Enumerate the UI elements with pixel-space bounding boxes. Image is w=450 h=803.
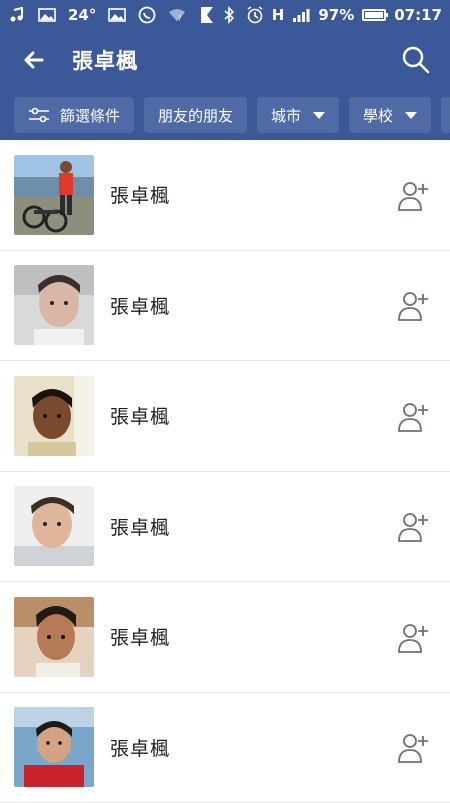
clock: 07:17 [394,6,442,24]
avatar[interactable] [14,265,94,345]
list-item[interactable]: 張卓楓 [0,251,450,362]
page-title: 張卓楓 [72,45,138,75]
filter-chip-label: 城市 [271,105,301,126]
add-friend-icon [397,399,431,433]
person-name[interactable]: 張卓楓 [110,402,170,429]
battery-icon [362,9,386,21]
filter-chip-3[interactable]: 學校 [349,97,431,133]
search-icon [401,45,431,75]
results-list: 張卓楓張卓楓張卓楓張卓楓張卓楓張卓楓 [0,140,450,803]
filter-chip-2[interactable]: 城市 [257,97,339,133]
arrow-left-icon [22,48,46,72]
list-item[interactable]: 張卓楓 [0,582,450,693]
add-friend-button[interactable] [392,725,436,769]
status-left: 24° ? [8,6,216,24]
avatar[interactable] [14,155,94,235]
temperature: 24° [68,6,96,24]
wifi-unknown-icon: ? [168,6,186,24]
alarm-icon [246,6,264,24]
person-name[interactable]: 張卓楓 [110,623,170,650]
filter-chip-label: 學校 [363,105,393,126]
bluetooth-icon [220,6,238,24]
flag-icon [198,6,216,24]
filter-chip-1[interactable]: 朋友的朋友 [144,97,247,133]
title-row: 張卓楓 [0,30,450,90]
list-item[interactable]: 張卓楓 [0,472,450,583]
avatar[interactable] [14,486,94,566]
add-friend-icon [397,288,431,322]
back-button[interactable] [16,42,52,78]
filter-chip-label: 篩選條件 [60,105,120,126]
add-friend-icon [397,730,431,764]
avatar[interactable] [14,376,94,456]
add-friend-button[interactable] [392,615,436,659]
list-item[interactable]: 張卓楓 [0,140,450,251]
person-name[interactable]: 張卓楓 [110,292,170,319]
battery-fill [365,12,382,18]
image-icon-2 [108,6,126,24]
status-right: H 97% 07:17 [220,6,442,24]
filter-chip-label: 朋友的朋友 [158,105,233,126]
caret-down-icon [405,112,417,119]
battery-percent: 97% [318,6,354,24]
whatsapp-icon [138,6,156,24]
caret-down-icon [313,112,325,119]
list-item[interactable]: 張卓楓 [0,361,450,472]
add-friend-icon [397,620,431,654]
filter-chip-0[interactable]: 篩選條件 [14,97,134,133]
add-friend-icon [397,178,431,212]
app-header: 張卓楓 篩選條件 朋友的朋友 城市 學校 工作 [0,30,450,140]
person-name[interactable]: 張卓楓 [110,181,170,208]
filter-chip-4[interactable]: 工作 [441,97,450,133]
person-name[interactable]: 張卓楓 [110,734,170,761]
avatar[interactable] [14,597,94,677]
network-type: H [272,6,285,24]
add-friend-button[interactable] [392,283,436,327]
list-item[interactable]: 張卓楓 [0,693,450,803]
music-icon [8,6,26,24]
image-icon [38,6,56,24]
add-friend-icon [397,509,431,543]
add-friend-button[interactable] [392,394,436,438]
svg-text:?: ? [178,13,182,22]
avatar[interactable] [14,707,94,787]
sliders-icon [28,107,50,123]
person-name[interactable]: 張卓楓 [110,513,170,540]
search-button[interactable] [398,42,434,78]
filter-bar: 篩選條件 朋友的朋友 城市 學校 工作 [0,90,450,140]
add-friend-button[interactable] [392,173,436,217]
status-bar: 24° ? H 97% 07:17 [0,0,450,30]
signal-icon [292,6,310,24]
add-friend-button[interactable] [392,504,436,548]
